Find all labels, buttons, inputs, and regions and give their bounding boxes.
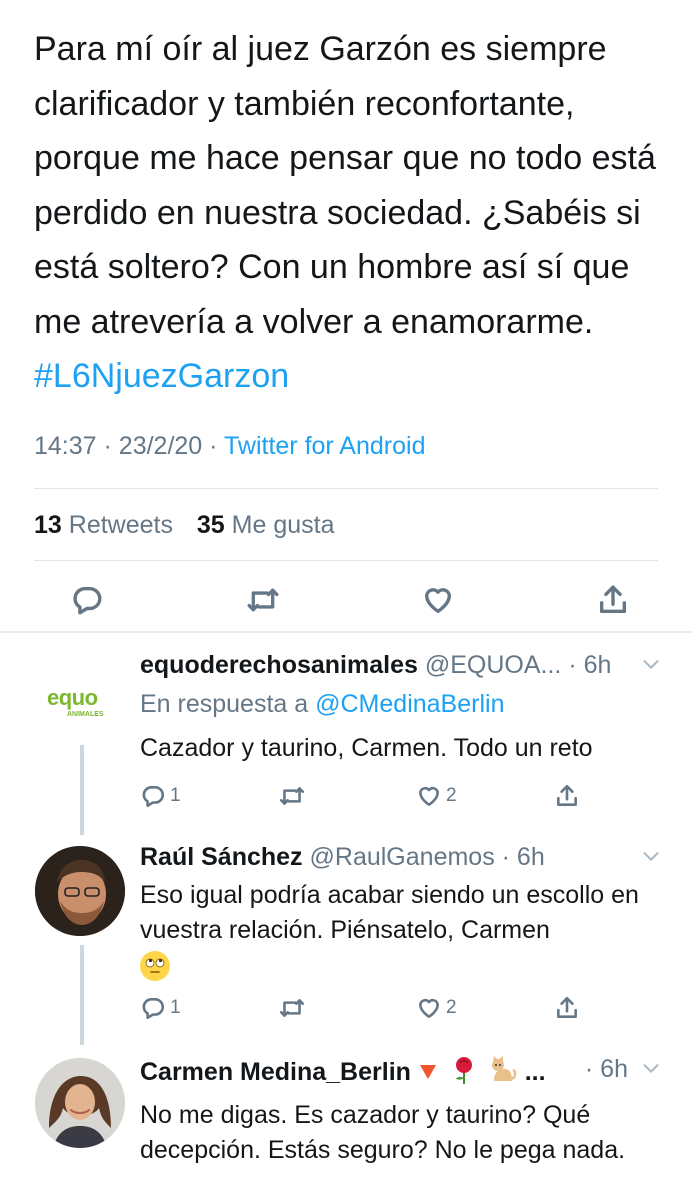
meta-separator: · bbox=[103, 432, 112, 460]
likes-count: 35 bbox=[196, 511, 225, 539]
share-icon bbox=[554, 995, 580, 1021]
reply-icon bbox=[140, 783, 166, 809]
like-button[interactable]: 2 bbox=[416, 783, 476, 809]
name-ellipsis: ... bbox=[524, 1058, 546, 1087]
reply-tweet[interactable]: Raúl Sánchez @RaulGanemos · 6h Eso igual… bbox=[140, 843, 662, 983]
equo-logo-subtitle: ANIMALES bbox=[67, 711, 104, 718]
author-name[interactable]: Raúl Sánchez bbox=[140, 843, 303, 871]
reply-count: 1 bbox=[170, 785, 181, 806]
face-with-rolling-eyes-icon bbox=[140, 951, 170, 982]
divider bbox=[34, 488, 658, 489]
retweet-button[interactable] bbox=[278, 995, 338, 1021]
like-button[interactable]: 2 bbox=[416, 995, 476, 1021]
chevron-down-icon[interactable] bbox=[640, 653, 662, 682]
share-icon[interactable] bbox=[596, 580, 630, 620]
retweet-icon[interactable] bbox=[245, 580, 281, 620]
tweet-date[interactable]: 23/2/20 bbox=[119, 432, 202, 460]
reply-text-content: Eso igual podría acabar siendo un escoll… bbox=[140, 881, 639, 944]
meta-separator: · bbox=[209, 432, 218, 460]
reply-text: Cazador y taurino, Carmen. Todo un reto bbox=[140, 734, 593, 762]
tweet-time: 14:37 bbox=[34, 432, 97, 460]
avatar[interactable]: equo ANIMALES bbox=[35, 655, 125, 745]
reply-button[interactable]: 1 bbox=[140, 783, 200, 809]
reply-time: · 6h bbox=[501, 843, 545, 871]
reply-header: Raúl Sánchez @RaulGanemos · 6h bbox=[140, 843, 662, 872]
share-button[interactable] bbox=[554, 783, 580, 809]
retweet-icon bbox=[278, 783, 306, 809]
reply-time: · 6h bbox=[584, 1055, 628, 1083]
in-reply-to: En respuesta a @CMedinaBerlin bbox=[140, 690, 662, 719]
chevron-down-icon[interactable] bbox=[640, 845, 662, 874]
likes-label: Me gusta bbox=[231, 511, 335, 539]
tweet-stats: 13 Retweets 35 Me gusta bbox=[34, 511, 335, 540]
retweets-count: 13 bbox=[34, 511, 62, 539]
in-reply-handle[interactable]: @CMedinaBerlin bbox=[315, 690, 504, 718]
section-divider bbox=[0, 631, 692, 633]
author-handle[interactable]: @EQUOA... bbox=[425, 651, 562, 679]
reply-button[interactable]: 1 bbox=[140, 995, 200, 1021]
cat-icon bbox=[488, 1055, 518, 1092]
heart-icon[interactable] bbox=[421, 580, 455, 620]
thread-line bbox=[80, 735, 84, 835]
equo-logo: equo bbox=[47, 685, 98, 710]
tweet-actions bbox=[70, 580, 630, 620]
rose-icon bbox=[451, 1055, 477, 1092]
tweet-body: Para mí oír al juez Garzón es siempre cl… bbox=[34, 30, 656, 341]
reply-icon[interactable] bbox=[70, 580, 104, 620]
tweet-text: Para mí oír al juez Garzón es siempre cl… bbox=[34, 22, 674, 404]
avatar[interactable] bbox=[35, 846, 125, 936]
divider bbox=[34, 560, 658, 561]
reply-count: 1 bbox=[170, 997, 181, 1018]
share-icon bbox=[554, 783, 580, 809]
reply-tweet[interactable]: Carmen Medina_Berlin ... · 6h No me diga… bbox=[140, 1055, 662, 1168]
likes-stat[interactable]: 35 Me gusta bbox=[197, 511, 335, 539]
reply-text: No me digas. Es cazador y taurino? Qué d… bbox=[140, 1101, 626, 1164]
share-button[interactable] bbox=[554, 995, 580, 1021]
reply-header: equoderechosanimales @EQUOA... · 6h bbox=[140, 651, 662, 680]
reply-icon bbox=[140, 995, 166, 1021]
heart-icon bbox=[416, 783, 442, 809]
tweet-meta: 14:37 · 23/2/20 · Twitter for Android bbox=[34, 432, 425, 461]
reply-actions: 1 2 bbox=[140, 781, 580, 811]
in-reply-prefix: En respuesta a bbox=[140, 690, 309, 718]
retweet-button[interactable] bbox=[278, 783, 338, 809]
tweet-source-link[interactable]: Twitter for Android bbox=[224, 432, 425, 460]
down-triangle-icon bbox=[418, 1059, 438, 1088]
reply-actions: 1 2 bbox=[140, 993, 580, 1023]
thread-line bbox=[80, 945, 84, 1045]
reply-header: Carmen Medina_Berlin ... · 6h bbox=[140, 1055, 662, 1092]
reply-tweet[interactable]: equoderechosanimales @EQUOA... · 6h En r… bbox=[140, 651, 662, 766]
reply-time: · 6h bbox=[568, 651, 612, 679]
retweets-label: Retweets bbox=[68, 511, 173, 539]
avatar-photo bbox=[35, 846, 125, 936]
chevron-down-icon[interactable] bbox=[640, 1057, 662, 1086]
reply-text: Eso igual podría acabar siendo un escoll… bbox=[140, 878, 662, 983]
retweet-icon bbox=[278, 995, 306, 1021]
like-count: 2 bbox=[446, 785, 457, 806]
avatar-photo bbox=[35, 1058, 125, 1148]
avatar[interactable] bbox=[35, 1058, 125, 1148]
hashtag-link[interactable]: #L6NjuezGarzon bbox=[34, 357, 289, 395]
heart-icon bbox=[416, 995, 442, 1021]
author-name[interactable]: equoderechosanimales bbox=[140, 651, 418, 679]
like-count: 2 bbox=[446, 997, 457, 1018]
retweets-stat[interactable]: 13 Retweets bbox=[34, 511, 173, 539]
author-handle[interactable]: @RaulGanemos bbox=[310, 843, 495, 871]
author-name[interactable]: Carmen Medina_Berlin bbox=[140, 1058, 411, 1086]
